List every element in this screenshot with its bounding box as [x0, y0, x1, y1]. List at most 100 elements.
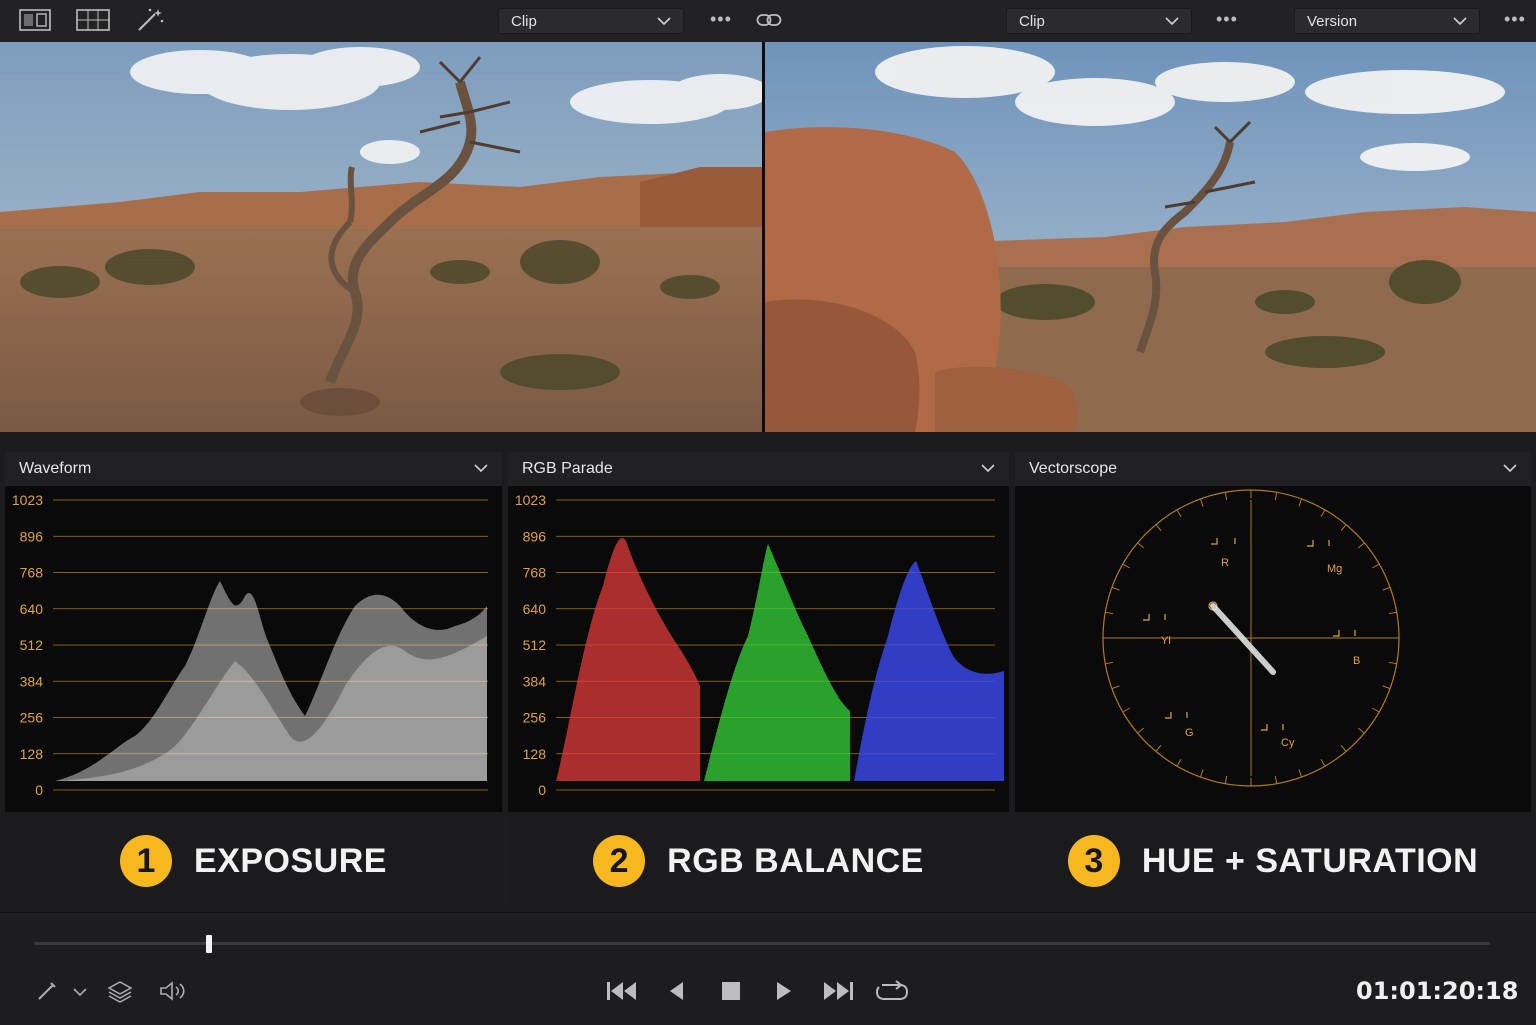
left-more-options-icon[interactable]: •••: [710, 10, 732, 28]
scale-label: 0: [538, 782, 546, 798]
vector-target-r: R: [1221, 557, 1229, 569]
rgb-balance-label: RGB BALANCE: [667, 841, 924, 880]
vectorscope-tick: [1155, 744, 1162, 752]
vectorscope-tick: [1199, 769, 1204, 778]
chevron-down-icon[interactable]: [68, 983, 92, 1001]
left-clip-dropdown-label: Clip: [511, 12, 537, 30]
viewer-layout-icon[interactable]: [18, 6, 52, 34]
vectorscope-header[interactable]: Vectorscope: [1015, 452, 1531, 486]
vectorscope-tick: [1224, 775, 1228, 784]
scale-label: 128: [20, 746, 44, 762]
vectorscope-panel: Vectorscope R Mg B Cy G Yl 3 HUE + SATUR…: [1015, 452, 1531, 910]
vectorscope-tick: [1176, 509, 1182, 518]
vectorscope-tick: [1122, 707, 1131, 713]
play-icon[interactable]: [768, 975, 800, 1007]
right-more-options-icon[interactable]: •••: [1216, 10, 1238, 28]
vectorscope-tick: [1111, 685, 1120, 690]
scale-label: 896: [20, 528, 44, 544]
vector-target-cy: Cy: [1281, 737, 1295, 749]
waveform-header[interactable]: Waveform: [5, 452, 502, 486]
vectorscope-tick: [1176, 758, 1182, 767]
scale-label: 384: [20, 673, 44, 689]
vectorscope-tick: [1357, 542, 1365, 549]
vectorscope-tick: [1274, 492, 1278, 501]
right-viewer-image[interactable]: [765, 42, 1536, 432]
layers-icon[interactable]: [104, 977, 136, 1005]
magic-wand-icon[interactable]: [134, 6, 168, 34]
vectorscope-tick: [1357, 727, 1365, 734]
scale-label: 256: [20, 710, 44, 726]
vector-target-mg: Mg: [1327, 563, 1342, 575]
scale-label: 512: [20, 637, 44, 653]
rgb-parade-panel: RGB Parade 1023 896 768 640 512 384 256 128 0 2 …: [508, 452, 1009, 910]
vector-target-b: B: [1353, 655, 1360, 667]
top-toolbar: Clip ••• Clip ••• Version •••: [0, 0, 1536, 43]
playhead-handle[interactable]: [205, 935, 212, 953]
timeline-scrubber[interactable]: [34, 942, 1490, 945]
vectorscope-tick: [1382, 685, 1391, 690]
rgb-parade-display: 1023 896 768 640 512 384 256 128 0: [508, 486, 1009, 812]
version-dropdown[interactable]: Version: [1294, 8, 1480, 34]
vectorscope-tick: [1274, 775, 1278, 784]
version-dropdown-label: Version: [1307, 12, 1358, 30]
scale-label: 384: [523, 673, 547, 689]
vector-target-yl: Yl: [1161, 635, 1171, 647]
chevron-down-icon: [657, 13, 671, 30]
chevron-down-icon[interactable]: [474, 460, 488, 478]
scale-label: 1023: [515, 492, 546, 508]
grid-layout-icon[interactable]: [76, 6, 110, 34]
right-clip-dropdown[interactable]: Clip: [1006, 8, 1192, 34]
step-2-badge: 2: [593, 835, 646, 887]
step-3-badge: 3: [1067, 835, 1120, 887]
scale-label: 640: [523, 601, 547, 617]
vectorscope-tick: [1388, 611, 1397, 615]
vectorscope-tick: [1320, 509, 1326, 518]
vectorscope-title: Vectorscope: [1029, 460, 1118, 477]
step-1-badge: 1: [120, 835, 173, 887]
chevron-down-icon[interactable]: [981, 460, 995, 478]
rgb-balance-caption: 2 RGB BALANCE: [508, 812, 1009, 910]
vectorscope-tick: [1105, 611, 1114, 615]
scale-label: 128: [523, 746, 547, 762]
transport-bar: 01:01:20:18: [0, 912, 1536, 1025]
right-clip-dropdown-label: Clip: [1019, 12, 1045, 30]
vectorscope-display: R Mg B Cy G Yl: [1015, 486, 1531, 812]
vectorscope-tick: [1199, 498, 1204, 507]
scale-label: 512: [523, 637, 547, 653]
vector-target-g: G: [1185, 727, 1194, 739]
vectorscope-tick: [1122, 563, 1131, 569]
stop-icon[interactable]: [714, 975, 748, 1007]
vectorscope-tick: [1388, 661, 1397, 665]
left-viewer-image[interactable]: [0, 42, 762, 432]
loop-icon[interactable]: [872, 975, 912, 1007]
scale-label: 768: [20, 565, 44, 581]
skip-to-end-icon[interactable]: [818, 975, 858, 1007]
vectorscope-tick: [1298, 498, 1303, 507]
vectorscope-tick: [1137, 727, 1145, 734]
rgb-parade-header[interactable]: RGB Parade: [508, 452, 1009, 486]
exposure-caption: 1 EXPOSURE: [5, 812, 502, 910]
step-back-icon[interactable]: [660, 975, 692, 1007]
waveform-title: Waveform: [19, 460, 92, 477]
scale-label: 768: [523, 565, 547, 581]
scale-label: 896: [523, 528, 547, 544]
link-icon[interactable]: [756, 11, 782, 34]
waveform-display: 1023 896 768 640 512 384 256 128 0: [5, 486, 502, 812]
skip-to-start-icon[interactable]: [602, 975, 642, 1007]
chevron-down-icon[interactable]: [1503, 460, 1517, 478]
left-clip-dropdown[interactable]: Clip: [498, 8, 684, 34]
vectorscope-tick: [1137, 542, 1145, 549]
version-more-options-icon[interactable]: •••: [1504, 10, 1526, 28]
chevron-down-icon: [1165, 13, 1179, 30]
vectorscope-tick: [1340, 744, 1347, 752]
eyedropper-icon[interactable]: [32, 977, 62, 1005]
scale-label: 1023: [12, 492, 43, 508]
vectorscope-tick: [1340, 524, 1347, 532]
vectorscope-tick: [1105, 661, 1114, 665]
vectorscope-tick: [1111, 586, 1120, 591]
volume-icon[interactable]: [156, 977, 190, 1005]
scale-label: 256: [523, 710, 547, 726]
vectorscope-tick: [1224, 492, 1228, 501]
scale-label: 0: [35, 782, 43, 798]
waveform-panel: Waveform 1023 896 768 640 512 384 256 128 0 1 EX…: [5, 452, 502, 910]
